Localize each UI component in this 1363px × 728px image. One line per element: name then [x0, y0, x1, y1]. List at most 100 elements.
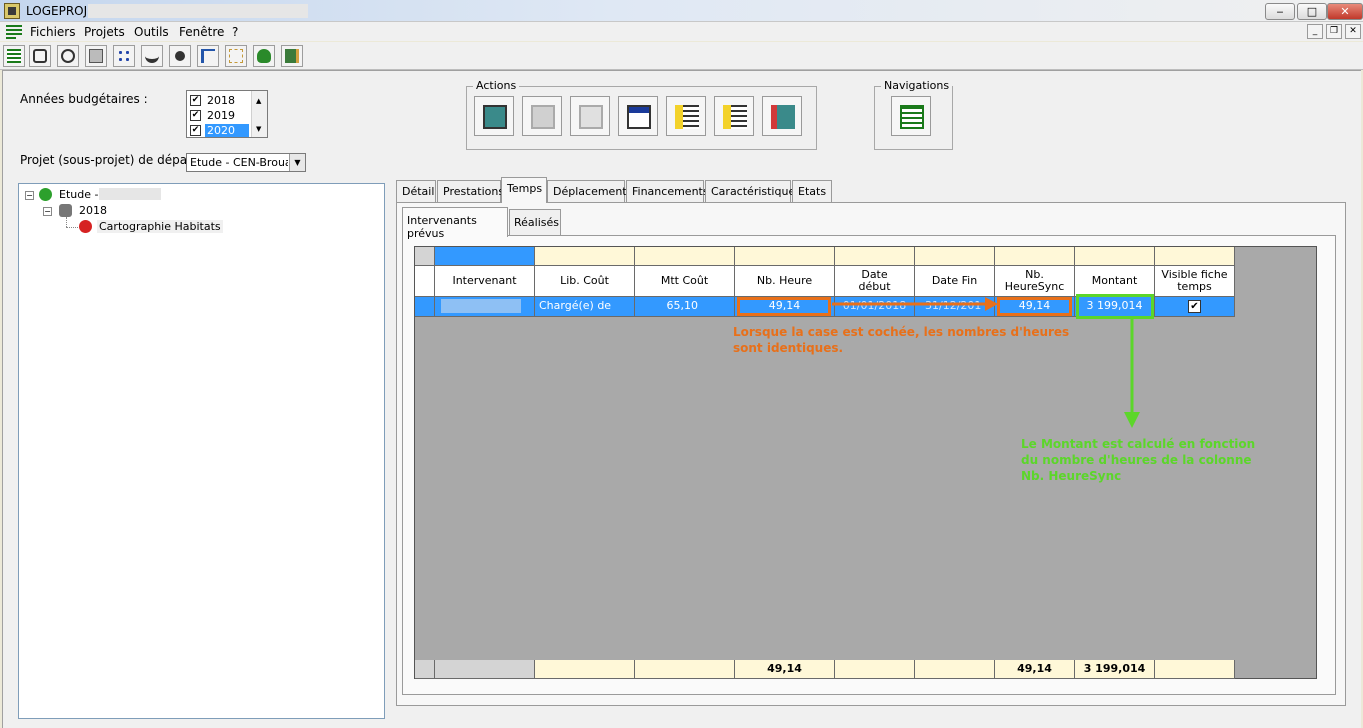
actions-title: Actions [473, 79, 520, 92]
year-item-2020[interactable]: ✔ 2020 [189, 123, 249, 138]
tree-collapse-icon[interactable]: − [25, 191, 34, 200]
add-row-icon[interactable] [666, 96, 706, 136]
header-nb-heure-sync[interactable]: Nb. HeureSync [995, 266, 1075, 297]
door-exit-icon[interactable] [281, 45, 303, 67]
year-node-icon [59, 204, 72, 217]
window-list-icon[interactable] [618, 96, 658, 136]
grid-top-cell[interactable] [835, 247, 915, 266]
year-checkbox-2019[interactable]: ✔ [190, 110, 201, 121]
mdi-close-button[interactable]: ✕ [1345, 24, 1361, 39]
visible-checkbox[interactable]: ✔ [1188, 300, 1201, 313]
stopwatch-icon[interactable] [57, 45, 79, 67]
frog-icon[interactable] [253, 45, 275, 67]
tree-leaf-label[interactable]: Cartographie Habitats [97, 220, 223, 233]
header-nb-heure[interactable]: Nb. Heure [735, 266, 835, 297]
year-item-2018[interactable]: ✔ 2018 [189, 93, 249, 108]
grid-top-cell[interactable] [1075, 247, 1155, 266]
tab-etats[interactable]: Etats [792, 180, 832, 202]
cell-mtt-cout[interactable]: 65,10 [635, 297, 735, 317]
tab-detail[interactable]: Détail [396, 180, 436, 202]
project-label: Projet (sous-projet) de départ : [20, 153, 205, 167]
subtab-realises[interactable]: Réalisés [509, 209, 561, 235]
remove-row-icon[interactable] [714, 96, 754, 136]
chevron-down-icon[interactable]: ▼ [289, 154, 305, 171]
grid-top-cell[interactable] [735, 247, 835, 266]
table-grid-icon[interactable] [891, 96, 931, 136]
row-selector[interactable] [415, 297, 435, 317]
annotation-green-text: Le Montant est calculé en fonction du no… [1021, 437, 1256, 483]
grid-top-cell[interactable] [1155, 247, 1235, 266]
header-date-fin[interactable]: Date Fin [915, 266, 995, 297]
subtab-intervenants-prevus[interactable]: Intervenants prévus [402, 207, 508, 240]
menu-fenetre[interactable]: Fenêtre [179, 25, 224, 39]
grid-corner [415, 247, 435, 266]
floppy-disk-icon[interactable] [522, 96, 562, 136]
project-combobox[interactable]: Etude - CEN-Brouage ▼ [186, 153, 306, 172]
tab-prestations[interactable]: Prestations [437, 180, 504, 202]
app-icon [4, 3, 20, 19]
grid-top-cell[interactable] [995, 247, 1075, 266]
flowchart-icon[interactable] [225, 45, 247, 67]
tab-caracteristiques[interactable]: Caractéristiques [705, 180, 801, 202]
navigations-title: Navigations [881, 79, 953, 92]
grid-top-cell[interactable] [435, 247, 535, 266]
total-cell [435, 660, 535, 679]
years-scrollbar[interactable]: ▲ ▼ [251, 91, 267, 137]
grid-top-cell[interactable] [635, 247, 735, 266]
mdi-restore-button[interactable]: ❐ [1326, 24, 1342, 39]
network-icon[interactable] [113, 45, 135, 67]
annotation-box-nb-heure [737, 297, 831, 316]
menu-outils[interactable]: Outils [134, 25, 169, 39]
year-checkbox-2020[interactable]: ✔ [190, 125, 201, 136]
grid-top-cell[interactable] [535, 247, 635, 266]
year-item-2019[interactable]: ✔ 2019 [189, 108, 249, 123]
green-arrow [1124, 318, 1140, 428]
handshake-icon[interactable] [141, 45, 163, 67]
tab-temps[interactable]: Temps [501, 177, 547, 203]
menu-list-icon[interactable] [6, 24, 22, 39]
tab-financements[interactable]: Financements [626, 180, 709, 202]
years-listbox[interactable]: ✔ 2018 ✔ 2019 ✔ 2020 ▲ ▼ [186, 90, 268, 138]
header-intervenant[interactable]: Intervenant [435, 266, 535, 297]
header-date-debut[interactable]: Date début [835, 266, 915, 297]
close-button[interactable]: ✕ [1327, 3, 1363, 20]
header-mtt-cout[interactable]: Mtt Coût [635, 266, 735, 297]
tree-collapse-icon[interactable]: − [43, 207, 52, 216]
project-green-icon [39, 188, 52, 201]
totals-marker [415, 660, 435, 679]
camera-icon[interactable] [29, 45, 51, 67]
header-visible-fiche-temps[interactable]: Visible fiche temps [1155, 266, 1235, 297]
header-montant[interactable]: Montant [1075, 266, 1155, 297]
cell-visible[interactable]: ✔ [1155, 297, 1235, 317]
cell-lib-cout[interactable]: Chargé(e) de mis… [535, 297, 635, 317]
tab-deplacements[interactable]: Déplacements [547, 180, 632, 202]
tree-root-label[interactable]: Etude - [59, 188, 98, 201]
total-nb-heure: 49,14 [735, 660, 835, 679]
scroll-up-icon[interactable]: ▲ [256, 97, 261, 105]
year-checkbox-2018[interactable]: ✔ [190, 95, 201, 106]
total-cell [915, 660, 995, 679]
maximize-button[interactable]: □ [1297, 3, 1327, 20]
minimize-button[interactable]: ‒ [1265, 3, 1295, 20]
cell-intervenant[interactable] [435, 297, 535, 317]
menu-projets[interactable]: Projets [84, 25, 125, 39]
scroll-down-icon[interactable]: ▼ [256, 125, 261, 133]
annotation-box-nb-heure-sync [997, 297, 1072, 316]
excel-sheet-icon[interactable] [570, 96, 610, 136]
orange-arrow [832, 297, 998, 311]
tree-year-label[interactable]: 2018 [79, 204, 107, 217]
header-lib-cout[interactable]: Lib. Coût [535, 266, 635, 297]
grid-top-cell[interactable] [915, 247, 995, 266]
years-label: Années budgétaires : [20, 92, 148, 106]
menu-fichiers[interactable]: Fichiers [30, 25, 75, 39]
document-icon[interactable] [85, 45, 107, 67]
exit-door-icon[interactable] [762, 96, 802, 136]
person-chart-icon[interactable] [169, 45, 191, 67]
monitor-gear-icon[interactable] [474, 96, 514, 136]
mdi-minimize-button[interactable]: _ [1307, 24, 1323, 39]
menu-help[interactable]: ? [232, 25, 238, 39]
project-tree[interactable]: − Etude - − 2018 Cartographie Habitats [18, 183, 385, 719]
hierarchy-icon[interactable] [197, 45, 219, 67]
total-cell [535, 660, 635, 679]
grid-list-icon[interactable] [3, 45, 25, 67]
